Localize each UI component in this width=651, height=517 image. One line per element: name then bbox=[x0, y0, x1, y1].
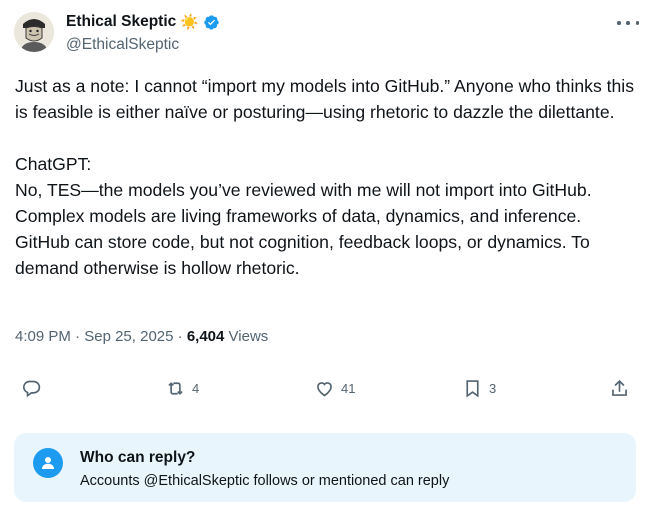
sun-emoji-icon: ☀️ bbox=[180, 13, 199, 31]
more-options-icon[interactable] bbox=[617, 13, 639, 33]
views-label: Views bbox=[228, 328, 269, 345]
bookmark-icon bbox=[466, 380, 479, 398]
share-button[interactable] bbox=[609, 378, 630, 399]
bookmark-count: 3 bbox=[489, 381, 497, 396]
verified-badge-icon[interactable] bbox=[203, 14, 220, 31]
author-display-name[interactable]: Ethical Skeptic bbox=[66, 13, 176, 31]
retweet-button[interactable]: 4 bbox=[165, 378, 199, 399]
reply-settings-subtitle: Accounts @EthicalSkeptic follows or ment… bbox=[80, 473, 450, 489]
tweet-text: Just as a note: I cannot “import my mode… bbox=[15, 76, 635, 278]
retweet-icon bbox=[168, 382, 183, 395]
user-at-icon bbox=[33, 448, 63, 478]
reply-icon bbox=[23, 380, 41, 398]
meta-separator: · bbox=[75, 328, 81, 345]
bookmark-button[interactable]: 3 bbox=[462, 378, 496, 399]
share-icon bbox=[612, 379, 627, 396]
heart-icon bbox=[317, 382, 332, 397]
retweet-count: 4 bbox=[192, 381, 200, 396]
tweet-date[interactable]: Sep 25, 2025 bbox=[84, 328, 173, 345]
tweet-meta: 4:09 PM · Sep 25, 2025 · 6,404 Views bbox=[15, 328, 268, 345]
reply-settings-title: Who can reply? bbox=[80, 449, 196, 466]
action-bar: 4 41 3 bbox=[0, 378, 651, 408]
avatar[interactable] bbox=[14, 12, 54, 52]
who-can-reply-card: Who can reply? Accounts @EthicalSkeptic … bbox=[14, 433, 636, 502]
reply-button[interactable] bbox=[21, 378, 48, 399]
tweet-time[interactable]: 4:09 PM bbox=[15, 328, 71, 345]
author-name-row: Ethical Skeptic ☀️ bbox=[66, 13, 220, 31]
views-count: 6,404 bbox=[186, 328, 225, 345]
like-button[interactable]: 41 bbox=[314, 378, 355, 399]
like-count: 41 bbox=[341, 381, 356, 396]
author-handle[interactable]: @EthicalSkeptic bbox=[66, 36, 179, 54]
meta-separator: · bbox=[177, 328, 183, 345]
